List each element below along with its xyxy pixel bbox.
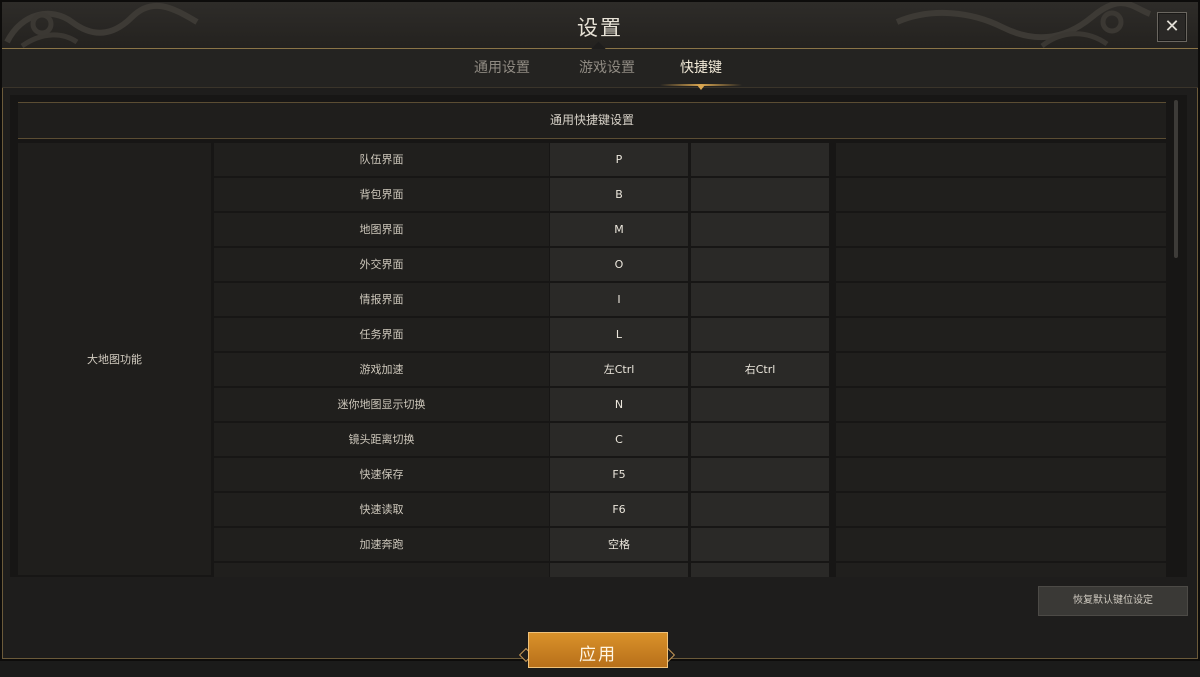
secondary-key-slot[interactable] — [691, 528, 829, 561]
row-filler — [836, 528, 1166, 561]
action-label: 游戏加速 — [214, 353, 549, 386]
action-label: 情报界面 — [214, 283, 549, 316]
active-tab-caret-icon — [697, 85, 705, 90]
table-row: 快速读取 F6 — [10, 493, 1187, 526]
action-label — [214, 563, 549, 577]
row-filler — [836, 388, 1166, 421]
action-label: 队伍界面 — [214, 143, 549, 176]
secondary-key-slot[interactable] — [691, 318, 829, 351]
table-row: 镜头距离切换 C — [10, 423, 1187, 456]
table-row: 队伍界面 P — [10, 143, 1187, 176]
row-filler — [836, 248, 1166, 281]
hotkey-panel: 通用快捷键设置 大地图功能 队伍界面 P 背包界面 B 地图界面 M 外交界面 … — [10, 95, 1187, 577]
row-filler — [836, 213, 1166, 246]
table-row: 游戏加速 左Ctrl 右Ctrl — [10, 353, 1187, 386]
row-filler — [836, 143, 1166, 176]
primary-key-slot[interactable]: F5 — [550, 458, 688, 491]
primary-key-slot[interactable]: B — [550, 178, 688, 211]
window-title: 设置 — [577, 16, 623, 40]
row-filler — [836, 563, 1166, 577]
row-filler — [836, 458, 1166, 491]
tab-game-settings[interactable]: 游戏设置 — [563, 49, 651, 87]
action-label: 镜头距离切换 — [214, 423, 549, 456]
action-label: 外交界面 — [214, 248, 549, 281]
row-filler — [836, 353, 1166, 386]
action-label: 地图界面 — [214, 213, 549, 246]
secondary-key-slot[interactable] — [691, 563, 829, 577]
row-filler — [836, 423, 1166, 456]
secondary-key-slot[interactable] — [691, 178, 829, 211]
primary-key-slot[interactable] — [550, 563, 688, 577]
secondary-key-slot[interactable]: 右Ctrl — [691, 353, 829, 386]
action-label: 加速奔跑 — [214, 528, 549, 561]
primary-key-slot[interactable]: L — [550, 318, 688, 351]
row-filler — [836, 283, 1166, 316]
tab-general-settings[interactable]: 通用设置 — [458, 49, 546, 87]
row-filler — [836, 178, 1166, 211]
restore-defaults-button[interactable]: 恢复默认键位设定 — [1038, 586, 1188, 616]
tab-hotkeys[interactable]: 快捷键 — [660, 49, 742, 87]
secondary-key-slot[interactable] — [691, 493, 829, 526]
table-row: 地图界面 M — [10, 213, 1187, 246]
secondary-key-slot[interactable] — [691, 423, 829, 456]
row-filler — [836, 493, 1166, 526]
primary-key-slot[interactable]: C — [550, 423, 688, 456]
close-button[interactable]: ✕ — [1157, 12, 1187, 42]
primary-key-slot[interactable]: I — [550, 283, 688, 316]
settings-window: 设置 ✕ 通用设置 游戏设置 快捷键 通用快捷键设置 大地图功能 队伍界面 P … — [0, 0, 1200, 668]
action-label: 任务界面 — [214, 318, 549, 351]
primary-key-slot[interactable]: N — [550, 388, 688, 421]
primary-key-slot[interactable]: O — [550, 248, 688, 281]
secondary-key-slot[interactable] — [691, 248, 829, 281]
table-row: 背包界面 B — [10, 178, 1187, 211]
action-label: 迷你地图显示切换 — [214, 388, 549, 421]
primary-key-slot[interactable]: F6 — [550, 493, 688, 526]
close-icon: ✕ — [1164, 16, 1180, 37]
table-row: 任务界面 L — [10, 318, 1187, 351]
table-row: 外交界面 O — [10, 248, 1187, 281]
table-row: 加速奔跑 空格 — [10, 528, 1187, 561]
action-label: 快速保存 — [214, 458, 549, 491]
table-row — [10, 563, 1187, 577]
secondary-key-slot[interactable] — [691, 458, 829, 491]
secondary-key-slot[interactable] — [691, 213, 829, 246]
secondary-key-slot[interactable] — [691, 143, 829, 176]
primary-key-slot[interactable]: 左Ctrl — [550, 353, 688, 386]
row-filler — [836, 318, 1166, 351]
scrollbar-thumb[interactable] — [1174, 100, 1178, 258]
apply-button[interactable]: 应用 — [528, 632, 668, 668]
table-row: 情报界面 I — [10, 283, 1187, 316]
secondary-key-slot[interactable] — [691, 283, 829, 316]
primary-key-slot[interactable]: M — [550, 213, 688, 246]
primary-key-slot[interactable]: 空格 — [550, 528, 688, 561]
table-row: 快速保存 F5 — [10, 458, 1187, 491]
action-label: 背包界面 — [214, 178, 549, 211]
table-row: 迷你地图显示切换 N — [10, 388, 1187, 421]
primary-key-slot[interactable]: P — [550, 143, 688, 176]
section-title: 通用快捷键设置 — [18, 102, 1166, 139]
secondary-key-slot[interactable] — [691, 388, 829, 421]
title-bar: 设置 — [2, 2, 1198, 49]
tab-bar: 通用设置 游戏设置 快捷键 — [2, 49, 1198, 88]
action-label: 快速读取 — [214, 493, 549, 526]
